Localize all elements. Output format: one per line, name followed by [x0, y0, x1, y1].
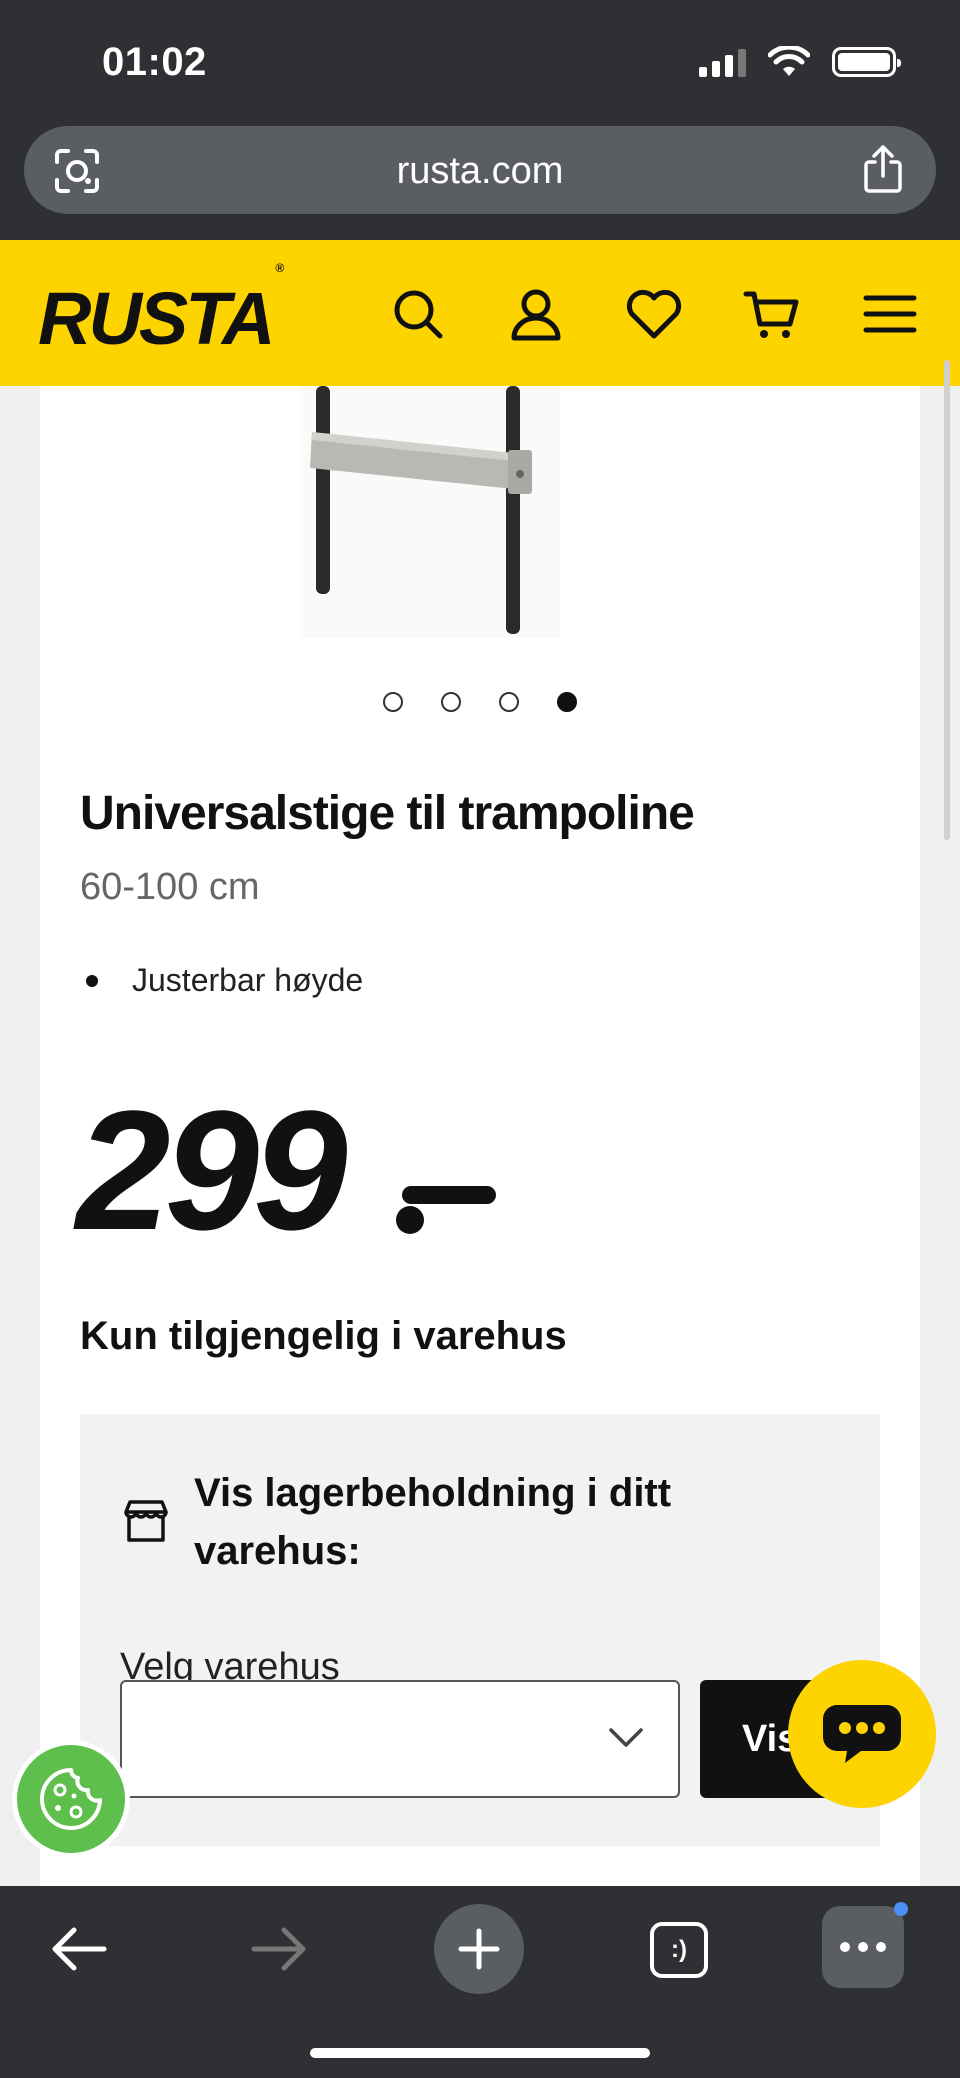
user-icon[interactable]	[504, 282, 568, 346]
chat-icon	[823, 1705, 901, 1763]
share-icon[interactable]	[860, 144, 906, 194]
logo-text: RUSTA	[38, 277, 275, 360]
chevron-down-icon	[609, 1728, 643, 1747]
chat-button[interactable]	[788, 1660, 936, 1808]
tabs-icon[interactable]: :)	[650, 1922, 708, 1978]
signal-icon	[699, 47, 746, 77]
new-tab-button[interactable]	[434, 1904, 524, 1994]
status-icons	[699, 44, 901, 80]
address-bar[interactable]: rusta.com	[24, 126, 936, 214]
store-stock-box: Vis lagerbeholdning i ditt varehus: Velg…	[80, 1414, 900, 1846]
cart-icon[interactable]	[740, 282, 804, 346]
product-subtitle: 60-100 cm	[80, 866, 260, 908]
heart-icon[interactable]	[622, 282, 686, 346]
price: 299	[76, 1076, 348, 1266]
status-bar: 01:02	[0, 0, 960, 124]
carousel-dot[interactable]	[383, 692, 403, 712]
store-select[interactable]	[120, 1680, 680, 1798]
site-header: RUSTA®	[0, 240, 960, 386]
logo-trademark: ®	[275, 261, 284, 276]
search-icon[interactable]	[386, 282, 450, 346]
menu-icon[interactable]	[858, 282, 922, 346]
notification-badge	[894, 1902, 908, 1916]
wifi-icon	[768, 46, 810, 76]
stock-title: Vis lagerbeholdning i ditt varehus:	[194, 1471, 672, 1573]
feature-list: Justerbar høyde	[80, 962, 363, 999]
more-icon	[840, 1942, 886, 1952]
carousel-dot[interactable]	[441, 692, 461, 712]
tabs-icon-glyph: :)	[671, 1936, 687, 1963]
status-time: 01:02	[102, 40, 207, 84]
url-text[interactable]: rusta.com	[24, 150, 936, 193]
carousel-dot-active[interactable]	[557, 692, 577, 712]
image-carousel-dots	[40, 692, 920, 712]
rusta-logo[interactable]: RUSTA®	[38, 261, 284, 361]
availability-text: Kun tilgjengelig i varehus	[80, 1314, 567, 1358]
cookie-settings-button[interactable]	[12, 1740, 130, 1858]
new-tab-plus-icon	[458, 1928, 500, 1970]
browser-url-area: rusta.com	[0, 124, 960, 240]
product-title: Universalstige til trampoline	[80, 787, 695, 840]
scrollbar[interactable]	[944, 360, 950, 840]
battery-icon	[832, 47, 901, 77]
forward-arrow-icon[interactable]	[250, 1926, 308, 1972]
product-card: Universalstige til trampoline 60-100 cm …	[40, 386, 920, 1886]
cookie-icon	[40, 1768, 102, 1830]
store-icon	[124, 1500, 168, 1542]
feature-item: Justerbar høyde	[80, 962, 363, 999]
carousel-dot[interactable]	[499, 692, 519, 712]
product-image[interactable]	[260, 386, 740, 646]
price-dash-icon	[396, 1186, 496, 1234]
back-arrow-icon[interactable]	[50, 1926, 108, 1972]
home-indicator	[310, 2048, 650, 2058]
more-button[interactable]	[822, 1902, 908, 1988]
